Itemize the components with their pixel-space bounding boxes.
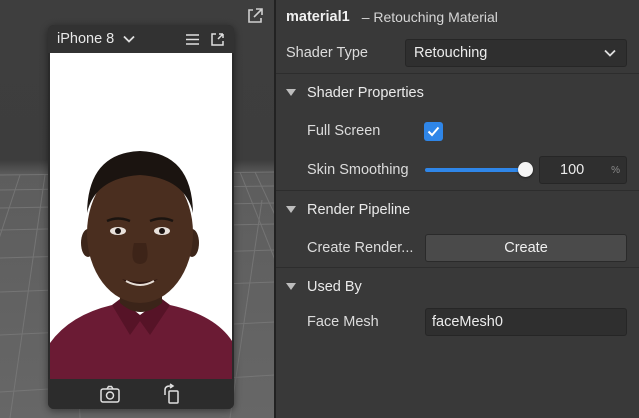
create-render-row: Create Render... Create xyxy=(276,233,639,263)
checkmark-icon xyxy=(427,126,440,137)
section-used-by[interactable]: Used By xyxy=(276,267,639,305)
section-render-pipeline[interactable]: Render Pipeline xyxy=(276,190,639,228)
material-name: material1 xyxy=(286,9,350,25)
shader-type-value: Retouching xyxy=(414,45,488,61)
chevron-down-icon xyxy=(604,49,616,57)
shader-type-label: Shader Type xyxy=(286,45,368,61)
expand-icon[interactable] xyxy=(245,6,265,26)
skin-smoothing-input[interactable]: 100 % xyxy=(539,156,627,184)
slider-knob[interactable] xyxy=(517,162,533,177)
section-title: Render Pipeline xyxy=(307,201,411,218)
device-header: iPhone 8 xyxy=(48,25,234,53)
skin-smoothing-row: Skin Smoothing 100 % xyxy=(276,155,639,185)
camera-preview xyxy=(50,53,232,379)
skin-smoothing-slider[interactable] xyxy=(425,168,529,172)
chevron-down-icon[interactable] xyxy=(123,35,135,43)
inspector-header: material1 – Retouching Material xyxy=(276,0,639,34)
skin-smoothing-value: 100 xyxy=(560,162,585,178)
collapse-triangle-icon xyxy=(286,88,296,96)
full-screen-row: Full Screen xyxy=(276,116,639,146)
create-render-label: Create Render... xyxy=(307,240,414,256)
full-screen-label: Full Screen xyxy=(307,123,381,139)
create-button[interactable]: Create xyxy=(425,234,627,262)
inspector-panel: material1 – Retouching Material Shader T… xyxy=(276,0,639,418)
shader-type-row: Shader Type Retouching xyxy=(276,38,639,68)
percent-unit: % xyxy=(611,164,620,176)
device-selector[interactable]: iPhone 8 xyxy=(57,31,114,47)
material-subtitle: – Retouching Material xyxy=(361,9,498,25)
full-screen-checkbox[interactable] xyxy=(424,122,443,141)
device-footer xyxy=(48,379,234,409)
person-portrait xyxy=(50,151,232,379)
section-title: Shader Properties xyxy=(307,84,424,101)
face-mesh-field[interactable]: faceMesh0 xyxy=(425,308,627,336)
hamburger-menu-icon[interactable] xyxy=(185,32,200,47)
face-mesh-value: faceMesh0 xyxy=(432,314,503,330)
section-shader-properties[interactable]: Shader Properties xyxy=(276,73,639,111)
face-mesh-label: Face Mesh xyxy=(307,314,379,330)
collapse-triangle-icon xyxy=(286,205,296,213)
skin-smoothing-label: Skin Smoothing xyxy=(307,162,409,178)
device-simulator: iPhone 8 xyxy=(48,25,234,409)
scene-viewport[interactable]: iPhone 8 xyxy=(0,0,275,418)
section-title: Used By xyxy=(307,278,362,295)
popout-icon[interactable] xyxy=(210,32,225,47)
face-mesh-row: Face Mesh faceMesh0 xyxy=(276,307,639,337)
collapse-triangle-icon xyxy=(286,282,296,290)
shader-type-dropdown[interactable]: Retouching xyxy=(405,39,627,67)
rotate-device-icon[interactable] xyxy=(161,383,183,405)
switch-camera-icon[interactable] xyxy=(99,383,121,405)
